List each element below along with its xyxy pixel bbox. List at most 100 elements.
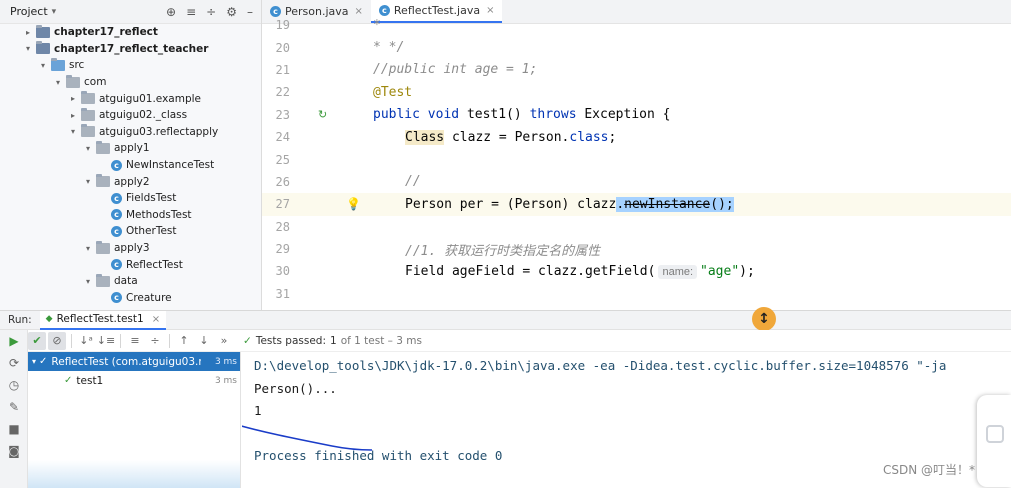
- check-icon: ✓: [64, 375, 73, 386]
- more-icon[interactable]: »: [215, 332, 233, 350]
- tree-item[interactable]: ▾ data: [0, 273, 261, 290]
- collapse-all-icon[interactable]: ÷: [206, 5, 216, 19]
- stop-icon[interactable]: ■: [0, 418, 28, 440]
- wrench-icon[interactable]: ✎: [0, 396, 28, 418]
- rerun-icon[interactable]: ▶: [0, 330, 28, 352]
- show-passed-icon[interactable]: ✔: [28, 331, 46, 350]
- chevron-down-icon[interactable]: ▾: [82, 177, 94, 186]
- console-line: D:\develop_tools\JDK\jdk-17.0.2\bin\java…: [254, 358, 947, 373]
- code-line[interactable]: 22 @Test: [262, 81, 1011, 103]
- sort-duration-icon[interactable]: ↓≡: [97, 332, 115, 350]
- tree-item[interactable]: ▸ atguigu02._class: [0, 107, 261, 124]
- code-token: * */: [373, 40, 405, 56]
- code-line[interactable]: 23 ↻ public void test1() throws Exception …: [262, 104, 1011, 126]
- code-token: ();: [710, 196, 734, 212]
- chevron-right-icon[interactable]: ▸: [22, 28, 34, 37]
- code-line[interactable]: 19 *: [262, 14, 1011, 36]
- test-result-row[interactable]: ✓ test1 3 ms: [28, 371, 240, 390]
- console-line: Person()...: [254, 381, 337, 396]
- tree-item-label: chapter17_reflect: [54, 26, 158, 39]
- run-panel-header: Run: ◆ ReflectTest.test1 ×: [0, 310, 1011, 330]
- chevron-right-icon[interactable]: ▸: [67, 94, 79, 103]
- rerun-failed-icon[interactable]: ⟳: [0, 352, 28, 374]
- code-line[interactable]: 28: [262, 216, 1011, 238]
- tree-item[interactable]: c ReflectTest: [0, 256, 261, 273]
- next-failed-icon[interactable]: ↓: [195, 332, 213, 350]
- chevron-down-icon[interactable]: ▾: [52, 7, 57, 17]
- chevron-down-icon[interactable]: ▾: [67, 127, 79, 136]
- code-token: Field ageField = clazz.getField(: [405, 263, 656, 279]
- package-folder-icon: [96, 140, 110, 154]
- sort-alpha-icon[interactable]: ↓ᵃ: [77, 332, 95, 350]
- code-line[interactable]: 31: [262, 283, 1011, 305]
- tree-item[interactable]: c MethodsTest: [0, 207, 261, 224]
- locate-icon[interactable]: ⊕: [166, 5, 176, 19]
- tree-item-label: ReflectTest: [126, 258, 183, 271]
- param-hint: name:: [658, 264, 698, 279]
- tree-item[interactable]: ▾ src: [0, 57, 261, 74]
- code-text: //public int age = 1;: [373, 62, 537, 77]
- package-folder-icon: [81, 124, 95, 138]
- camera-icon[interactable]: ◙: [0, 440, 28, 462]
- project-panel: Project ▾ ⊕ ≡ ÷ ⚙ – ▸ chapter17_reflect ▾ c…: [0, 0, 262, 310]
- code-line[interactable]: 26 //: [262, 171, 1011, 193]
- show-ignored-icon[interactable]: ⊘: [48, 331, 66, 350]
- tree-item[interactable]: c NewInstanceTest: [0, 157, 261, 174]
- gear-icon[interactable]: ⚙: [226, 5, 237, 19]
- tree-item[interactable]: ▾ apply1: [0, 140, 261, 157]
- floating-widget[interactable]: [977, 395, 1011, 487]
- prev-failed-icon[interactable]: ↑: [175, 332, 193, 350]
- code-line[interactable]: 27 💡 Person per = (Person) clazz.newInstan…: [262, 193, 1011, 216]
- close-icon[interactable]: ×: [152, 314, 160, 325]
- tree-item[interactable]: ▸ chapter17_reflect: [0, 24, 261, 41]
- folder-icon: [51, 57, 65, 71]
- run-tab[interactable]: ◆ ReflectTest.test1 ×: [39, 310, 167, 330]
- chevron-down-icon[interactable]: ▾: [82, 277, 94, 286]
- chevron-down-icon[interactable]: ▾: [22, 44, 34, 53]
- chevron-down-icon[interactable]: ▾: [32, 357, 36, 366]
- resize-handle-icon[interactable]: ↕: [752, 307, 776, 331]
- tree-item[interactable]: c FieldsTest: [0, 190, 261, 207]
- code-line[interactable]: 20 * */: [262, 36, 1011, 58]
- tree-item[interactable]: ▾ com: [0, 74, 261, 91]
- widget-icon[interactable]: [986, 425, 1004, 443]
- chevron-right-icon[interactable]: ▸: [67, 111, 79, 120]
- project-panel-title[interactable]: Project: [10, 5, 48, 18]
- code-area[interactable]: 19 * 20 * */21//public int age = 1; 22 @Test 2…: [262, 14, 1011, 305]
- test-result-label: test1: [76, 374, 104, 387]
- run-side-toolbar: ▶ ⟳ ◷ ✎ ■ ◙: [0, 330, 28, 488]
- tree-item[interactable]: c Creature: [0, 290, 261, 307]
- tree-item-label: atguigu01.example: [99, 92, 202, 105]
- toolbar-divider: [120, 333, 121, 348]
- code-text: Person per = (Person) clazz.newInstance(…: [405, 196, 734, 212]
- minimize-icon[interactable]: –: [247, 5, 253, 19]
- code-line[interactable]: 29 //1. 获取运行时类指定名的属性: [262, 238, 1011, 260]
- chevron-down-icon[interactable]: ▾: [52, 78, 64, 87]
- chevron-down-icon[interactable]: ▾: [37, 61, 49, 70]
- chevron-down-icon[interactable]: ▾: [82, 144, 94, 153]
- tree-item-label: MethodsTest: [126, 208, 192, 221]
- code-token: //public int age = 1;: [373, 62, 538, 78]
- expand-all-icon[interactable]: ≡: [126, 332, 144, 350]
- tree-item[interactable]: ▾ chapter17_reflect_teacher: [0, 41, 261, 58]
- tree-item[interactable]: ▸ atguigu01.example: [0, 90, 261, 107]
- code-line[interactable]: 25: [262, 148, 1011, 170]
- code-line[interactable]: 21 //public int age = 1;: [262, 59, 1011, 81]
- code-line[interactable]: 24 Class clazz = Person.class;: [262, 126, 1011, 148]
- code-text: public void test1() throws Exception {: [373, 107, 670, 122]
- console-line: 1: [254, 403, 262, 418]
- toggle-auto-test-icon[interactable]: ◷: [0, 374, 28, 396]
- code-editor[interactable]: c Person.java × c ReflectTest.java × 19 * 20 * *…: [262, 0, 1011, 310]
- collapse-all-icon[interactable]: ÷: [146, 332, 164, 350]
- tree-item[interactable]: c OtherTest: [0, 223, 261, 240]
- run-config-icon: ◆: [45, 314, 53, 324]
- run-test-icon[interactable]: ↻: [318, 108, 332, 121]
- tree-item[interactable]: ▾ atguigu03.reflectapply: [0, 124, 261, 141]
- tree-item[interactable]: ▾ apply2: [0, 173, 261, 190]
- lightbulb-icon[interactable]: 💡: [346, 197, 361, 211]
- expand-all-icon[interactable]: ≡: [186, 5, 196, 19]
- chevron-down-icon[interactable]: ▾: [82, 244, 94, 253]
- test-result-row[interactable]: ▾✓ReflectTest (com.atguigu03.refle 3 ms: [28, 352, 240, 371]
- code-line[interactable]: 30 Field ageField = clazz.getField(name: "…: [262, 260, 1011, 282]
- tree-item[interactable]: ▾ apply3: [0, 240, 261, 257]
